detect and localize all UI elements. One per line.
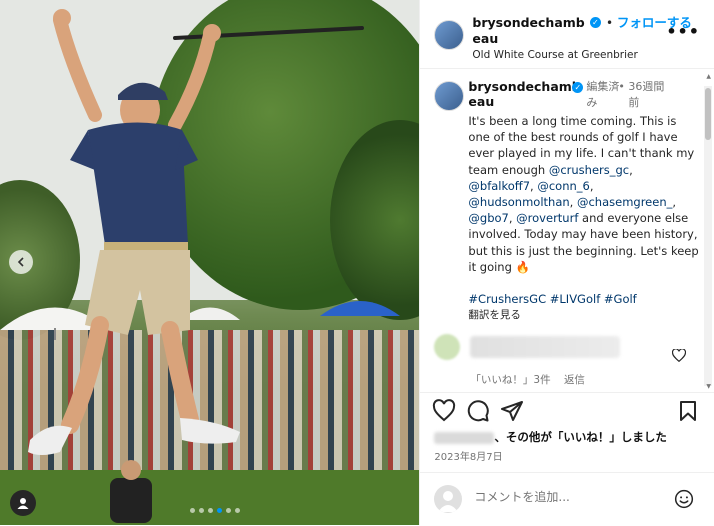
hashtag-links[interactable]: #CrushersGC #LIVGolf #Golf: [468, 291, 700, 307]
comment-bubble-icon[interactable]: [466, 399, 490, 423]
caption-scrollbar[interactable]: [704, 86, 712, 386]
golfer-figure: [28, 9, 364, 523]
verified-badge-icon: ✓: [589, 17, 601, 28]
post-header: brysondechamb ✓ • フォローする eau Old White C…: [420, 0, 714, 69]
caption-sep: ,: [672, 195, 677, 210]
save-bookmark-icon[interactable]: [676, 399, 700, 423]
author-block: brysondechamb ✓ • フォローする eau Old White C…: [472, 12, 691, 61]
blurred-liker-name[interactable]: [434, 431, 495, 444]
caption-sep: ,: [589, 178, 594, 193]
blurred-comment-text: [470, 336, 621, 358]
carousel-dot: [226, 508, 231, 513]
emoji-picker-icon[interactable]: [674, 489, 694, 509]
post-side-panel: brysondechamb ✓ • フォローする eau Old White C…: [419, 0, 714, 525]
tagged-users-button[interactable]: [10, 490, 36, 516]
mention-link[interactable]: @roverturf: [516, 211, 578, 225]
like-heart-icon[interactable]: [432, 399, 456, 423]
carousel-dot: [190, 508, 195, 513]
translate-link[interactable]: 翻訳を見る: [468, 307, 700, 323]
liked-by-text: 、その他が「いいね！」しました: [434, 429, 667, 445]
comment-input[interactable]: [472, 489, 667, 505]
carousel-dots: [190, 508, 240, 513]
viewer-avatar: [434, 485, 463, 513]
author-username[interactable]: brysondechamb: [472, 15, 584, 30]
scroll-down-arrow-icon[interactable]: ▼: [706, 383, 711, 390]
reply-button[interactable]: 返信: [564, 374, 585, 386]
share-paper-plane-icon[interactable]: [500, 399, 524, 423]
mention-link[interactable]: @bfalkoff7: [468, 179, 530, 193]
caption-author-avatar[interactable]: [434, 81, 465, 111]
caption-text: It's been a long time coming. This is on…: [468, 113, 700, 323]
post-date[interactable]: 2023年8月7日: [434, 448, 502, 463]
carousel-dot: [208, 508, 213, 513]
edited-label: 編集済 み: [586, 79, 619, 111]
caption-username-cont[interactable]: eau: [468, 94, 596, 109]
more-options-icon[interactable]: •••: [666, 22, 700, 41]
carousel-dot: [217, 508, 222, 513]
instagram-post-modal: brysondechamb ✓ • フォローする eau Old White C…: [0, 0, 714, 525]
comment-meta: 「いいね！」3件 返信: [470, 372, 585, 387]
carousel-prev-button[interactable]: [9, 250, 33, 274]
carousel-dot: [235, 508, 240, 513]
carousel-dot: [199, 508, 204, 513]
edited-text-cont: み: [586, 96, 598, 109]
default-avatar-icon: [438, 491, 459, 512]
comment-composer: [420, 472, 714, 526]
post-age[interactable]: • 36週間 前: [618, 79, 664, 111]
age-text-cont: 前: [628, 96, 640, 109]
user-tag-icon: [17, 498, 29, 509]
caption-area: brysondechamb eau ✓ 編集済 み • 36週間 前 It's …: [420, 69, 700, 391]
post-photo[interactable]: [0, 0, 420, 525]
author-avatar[interactable]: [434, 20, 465, 50]
chevron-left-icon: [17, 257, 24, 267]
author-username-cont[interactable]: eau: [472, 31, 691, 46]
post-location[interactable]: Old White Course at Greenbrier: [472, 49, 691, 61]
edited-text: 編集済: [586, 80, 620, 93]
commenter-avatar[interactable]: [434, 334, 461, 360]
mention-link[interactable]: @chasemgreen_: [577, 195, 672, 209]
mention-link[interactable]: @conn_6: [537, 179, 590, 193]
mention-link[interactable]: @hudsonmolthan: [468, 195, 569, 209]
age-separator: •: [618, 80, 629, 93]
mention-link[interactable]: @gbo7: [468, 211, 508, 225]
scroll-up-arrow-icon[interactable]: ▲: [706, 73, 711, 80]
mention-link[interactable]: @crushers_gc: [549, 163, 629, 177]
caption-sep: ,: [569, 195, 577, 210]
separator-dot: •: [605, 16, 617, 30]
liked-by-suffix[interactable]: 、その他が「いいね！」しました: [494, 430, 667, 444]
blurred-comment: [434, 331, 689, 361]
age-text: 36週間: [628, 80, 665, 93]
scrollbar-thumb[interactable]: [705, 88, 711, 140]
caption-sep: ,: [629, 162, 633, 177]
comment-heart-icon[interactable]: [672, 349, 687, 362]
action-bar: 、その他が「いいね！」しました 2023年8月7日: [420, 392, 714, 463]
comment-likes[interactable]: 「いいね！」3件: [470, 374, 550, 386]
